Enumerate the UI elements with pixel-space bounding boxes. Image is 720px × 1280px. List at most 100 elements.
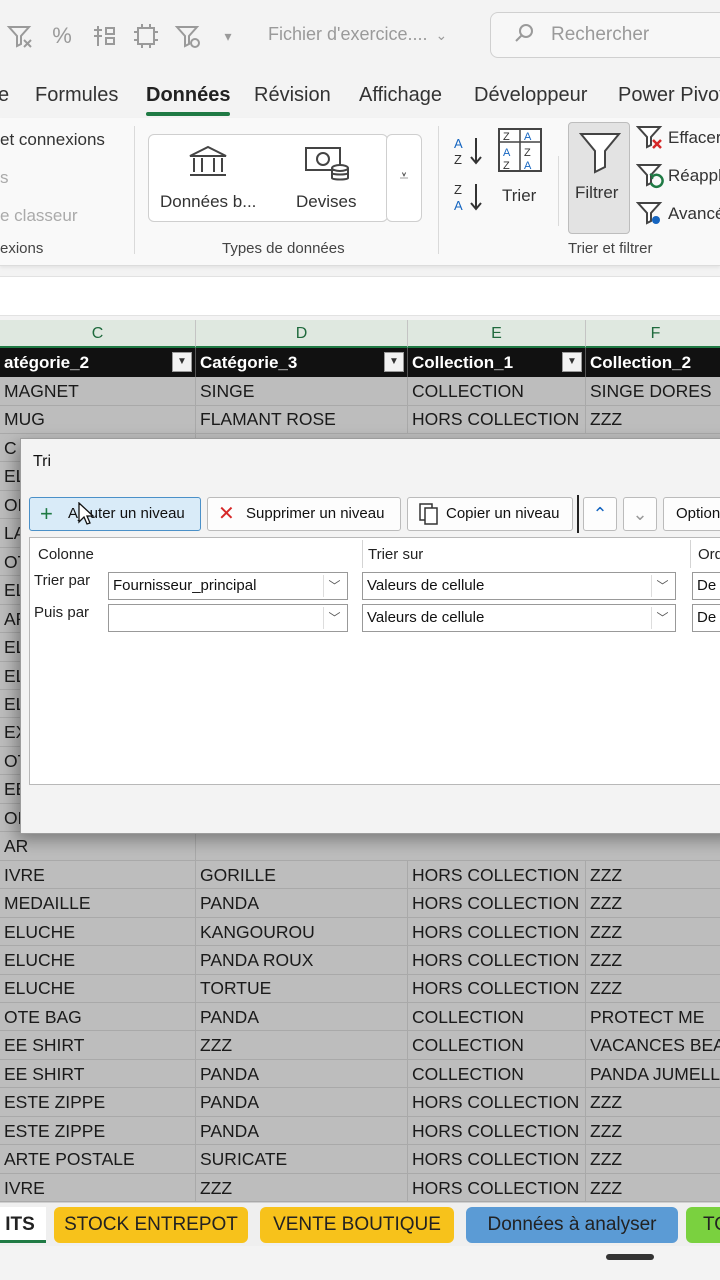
- table-cell[interactable]: ZZZ: [586, 1174, 720, 1202]
- table-cell[interactable]: MAGNET: [0, 377, 196, 405]
- table-cell[interactable]: FLAMANT ROSE: [196, 405, 408, 434]
- currency-format-icon[interactable]: [90, 22, 118, 50]
- then-order-select[interactable]: De: [692, 604, 720, 632]
- table-cell[interactable]: ZZZ: [196, 1031, 408, 1060]
- sort-on-select[interactable]: Valeurs de cellule ﹀: [362, 572, 676, 600]
- column-header-e[interactable]: E: [408, 320, 586, 348]
- table-cell[interactable]: HORS COLLECTION: [408, 1116, 586, 1145]
- table-cell[interactable]: COLLECTION: [408, 1059, 586, 1088]
- edit-links-button[interactable]: e classeur: [0, 206, 77, 226]
- customize-qat-icon[interactable]: ▾: [214, 22, 242, 50]
- select-object-icon[interactable]: [132, 22, 160, 50]
- sheet-tab[interactable]: Données à analyser: [466, 1207, 678, 1243]
- table-cell[interactable]: HORS COLLECTION: [408, 405, 586, 434]
- column-header-d[interactable]: D: [196, 320, 408, 348]
- column-header-c[interactable]: C: [0, 320, 196, 348]
- table-cell[interactable]: ZZZ: [586, 974, 720, 1002]
- tab-power-pivot[interactable]: Power Pivot: [618, 84, 720, 107]
- table-cell[interactable]: MEDAILLE: [0, 889, 196, 918]
- table-cell[interactable]: GORILLE: [196, 860, 408, 889]
- sort-column-select[interactable]: Fournisseur_principal ﹀: [108, 572, 348, 600]
- table-cell[interactable]: ESTE ZIPPE: [0, 1088, 196, 1117]
- tab-formulas[interactable]: Formules: [35, 84, 118, 107]
- search-input[interactable]: Rechercher: [490, 12, 720, 58]
- sheet-tab[interactable]: ITS: [0, 1207, 46, 1243]
- table-cell[interactable]: PANDA ROUX: [196, 946, 408, 974]
- table-cell[interactable]: ESTE ZIPPE: [0, 1116, 196, 1145]
- table-cell[interactable]: ZZZ: [586, 889, 720, 917]
- filter-dropdown-icon[interactable]: ▼: [562, 352, 582, 372]
- tab-data-partial[interactable]: e: [0, 84, 9, 107]
- copy-level-button[interactable]: Copier un niveau: [407, 497, 573, 531]
- table-cell[interactable]: IVRE: [0, 860, 196, 889]
- tab-review[interactable]: Révision: [254, 84, 331, 107]
- table-cell[interactable]: SINGE DORES: [586, 377, 720, 405]
- table-cell[interactable]: PROTECT ME: [586, 1003, 720, 1031]
- sheet-tab[interactable]: STOCK ENTREPOT: [54, 1207, 248, 1243]
- table-cell[interactable]: ELUCHE: [0, 974, 196, 1003]
- table-cell[interactable]: HORS COLLECTION: [408, 917, 586, 946]
- table-cell[interactable]: HORS COLLECTION: [408, 1088, 586, 1117]
- table-cell[interactable]: HORS COLLECTION: [408, 1173, 586, 1202]
- move-up-button[interactable]: ⌃: [583, 497, 617, 531]
- reapply-filter-icon[interactable]: [174, 22, 202, 50]
- sheet-tab[interactable]: TO: [686, 1207, 720, 1243]
- table-cell[interactable]: PANDA: [196, 1088, 408, 1117]
- table-cell[interactable]: MUG: [0, 405, 196, 434]
- header-cell[interactable]: atégorie_2: [0, 348, 196, 377]
- then-sort-on-select[interactable]: Valeurs de cellule ﹀: [362, 604, 676, 632]
- table-cell[interactable]: ZZZ: [196, 1173, 408, 1202]
- header-cell[interactable]: Catégorie_3: [196, 348, 408, 377]
- table-cell[interactable]: TORTUE: [196, 974, 408, 1003]
- table-cell[interactable]: ZZZ: [586, 861, 720, 889]
- table-cell[interactable]: ELUCHE: [0, 917, 196, 946]
- table-cell[interactable]: ZZZ: [586, 946, 720, 974]
- stocks-button[interactable]: Données b...: [156, 140, 260, 216]
- tab-developer[interactable]: Développeur: [474, 84, 587, 107]
- options-button[interactable]: Options: [663, 497, 720, 531]
- table-cell[interactable]: EE SHIRT: [0, 1031, 196, 1060]
- table-cell[interactable]: HORS COLLECTION: [408, 860, 586, 889]
- table-cell[interactable]: ZZZ: [586, 918, 720, 946]
- header-cell[interactable]: Collection_1: [408, 348, 586, 377]
- table-cell[interactable]: VACANCES BEA: [586, 1031, 720, 1059]
- table-cell[interactable]: ZZZ: [586, 405, 720, 433]
- table-cell[interactable]: COLLECTION: [408, 1002, 586, 1031]
- sort-button[interactable]: ZAAZZA Trier: [494, 126, 544, 210]
- filter-dropdown-icon[interactable]: ▼: [172, 352, 192, 372]
- table-cell[interactable]: ELUCHE: [0, 946, 196, 974]
- table-cell[interactable]: PANDA: [196, 1002, 408, 1031]
- table-cell[interactable]: ZZZ: [586, 1088, 720, 1116]
- sort-za-button[interactable]: ZA: [452, 180, 486, 216]
- table-cell[interactable]: ZZZ: [586, 1145, 720, 1173]
- tab-data[interactable]: Données: [146, 84, 231, 116]
- table-cell[interactable]: ZZZ: [586, 1117, 720, 1145]
- table-cell[interactable]: COLLECTION: [408, 1031, 586, 1060]
- add-level-button[interactable]: + Ajouter un niveau: [29, 497, 201, 531]
- queries-connections-button[interactable]: et connexions: [0, 130, 105, 150]
- data-types-more-button[interactable]: ⩡: [386, 134, 422, 222]
- table-cell[interactable]: OTE BAG: [0, 1002, 196, 1031]
- then-column-select[interactable]: ﹀: [108, 604, 348, 632]
- file-title[interactable]: Fichier d'exercice.... ⌄: [268, 24, 447, 45]
- column-header-f[interactable]: F: [586, 320, 720, 348]
- formula-bar[interactable]: [0, 276, 720, 316]
- table-cell[interactable]: COLLECTION: [408, 377, 586, 405]
- table-cell[interactable]: SINGE: [196, 377, 408, 405]
- table-cell[interactable]: ARTE POSTALE: [0, 1145, 196, 1174]
- table-cell[interactable]: HORS COLLECTION: [408, 889, 586, 918]
- table-cell[interactable]: HORS COLLECTION: [408, 1145, 586, 1174]
- filter-button[interactable]: Filtrer: [568, 122, 630, 234]
- table-cell[interactable]: AR: [0, 832, 196, 861]
- table-cell[interactable]: HORS COLLECTION: [408, 974, 586, 1003]
- clear-button[interactable]: Effacer: [635, 124, 720, 154]
- header-cell[interactable]: Collection_2: [586, 348, 720, 377]
- order-select[interactable]: De: [692, 572, 720, 600]
- table-cell[interactable]: PANDA: [196, 1059, 408, 1088]
- table-cell[interactable]: HORS COLLECTION: [408, 946, 586, 974]
- reapply-button[interactable]: Réappl: [635, 162, 720, 192]
- advanced-button[interactable]: Avancé: [635, 200, 720, 230]
- percent-icon[interactable]: %: [48, 22, 76, 50]
- table-cell[interactable]: KANGOUROU: [196, 917, 408, 946]
- table-cell[interactable]: PANDA: [196, 889, 408, 918]
